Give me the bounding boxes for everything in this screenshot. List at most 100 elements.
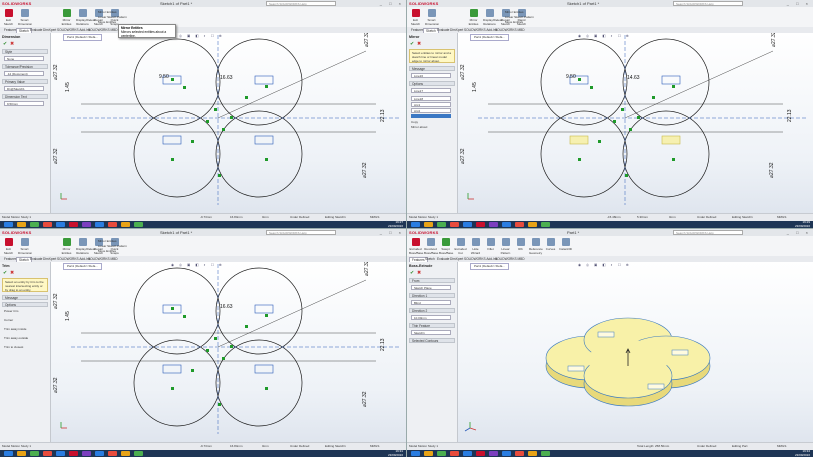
dimension-label-dia-lt[interactable]: ⌀27.32 (53, 64, 59, 80)
ribbon-button[interactable]: Reference Geometry (529, 238, 543, 255)
dimension-label-dia-tl[interactable]: ⌀27.32 (364, 33, 370, 47)
panel-group-header[interactable]: Message (2, 295, 48, 300)
taskbar-clock[interactable]: 19:31 23/09/2016 (388, 449, 403, 457)
taskbar-app-icon[interactable] (95, 222, 104, 227)
dimension-label-dia-tl[interactable]: ⌀27.32 (364, 262, 370, 276)
panel-group-header[interactable]: Primary Value (2, 79, 48, 84)
ribbon-button[interactable]: Extruded Boss/Base (409, 238, 423, 255)
dimension-label-right[interactable]: 22.13 (787, 109, 793, 122)
taskbar-app-icon[interactable] (56, 451, 65, 456)
trim-option[interactable]: Trim to closest (4, 345, 23, 349)
ribbon-button[interactable]: Smart Dimension (425, 9, 439, 26)
taskbar-app-icon[interactable] (43, 222, 52, 227)
relation-marker[interactable] (206, 120, 209, 123)
taskbar-app-icon[interactable] (489, 451, 498, 456)
ribbon-button[interactable]: Display/Delete Relations (76, 238, 95, 255)
trim-option[interactable]: Trim away outside (4, 336, 28, 340)
dimension-label-dia-rb[interactable]: ⌀27.32 (769, 162, 775, 178)
taskbar-app-icon[interactable] (95, 451, 104, 456)
taskbar-app-icon[interactable] (30, 222, 39, 227)
relation-marker[interactable] (171, 158, 174, 161)
dimension-label-left-small[interactable]: 9.50 (566, 74, 576, 80)
relation-marker[interactable] (214, 337, 217, 340)
sketch-circle[interactable] (540, 110, 628, 198)
taskbar-app-icon[interactable] (82, 222, 91, 227)
taskbar-app-icon[interactable] (108, 222, 117, 227)
slot-rectangle[interactable] (162, 364, 182, 374)
slot-rectangle[interactable] (254, 364, 274, 374)
relation-marker[interactable] (206, 349, 209, 352)
taskbar-app-icon[interactable] (121, 222, 130, 227)
panel-field[interactable]: Sketch Plane (411, 285, 451, 290)
help-search-input[interactable]: Search SOLIDWORKS Help (673, 230, 743, 235)
slot-rectangle[interactable] (661, 75, 681, 85)
dimension-label-dia-lt[interactable]: ⌀27.32 (53, 293, 59, 309)
relation-marker[interactable] (222, 357, 225, 360)
panel-group-header[interactable]: Direction 1 (409, 293, 455, 298)
ribbon-button[interactable]: Swept Boss/Base (439, 238, 453, 255)
slot-rectangle[interactable] (661, 135, 681, 145)
ribbon-button[interactable]: Hole Wizard (469, 238, 482, 255)
sketch-circle[interactable] (622, 110, 710, 198)
ok-check-icon[interactable]: ✔ (410, 41, 414, 47)
ribbon-button[interactable]: Linear Pattern (499, 238, 512, 255)
panel-field[interactable]: None (4, 56, 44, 61)
sketch-circle[interactable] (215, 339, 303, 427)
taskbar-app-icon[interactable] (69, 222, 78, 227)
relation-marker[interactable] (183, 315, 186, 318)
relation-marker[interactable] (625, 174, 628, 177)
relation-marker[interactable] (613, 120, 616, 123)
option-checkbox[interactable]: Mirror about: (411, 125, 428, 129)
help-search-input[interactable]: Search SOLIDWORKS Help (266, 1, 336, 6)
ribbon-button[interactable]: Exit Sketch (409, 9, 422, 26)
help-search-input[interactable]: Search SOLIDWORKS Help (673, 1, 743, 6)
sketch-viewport[interactable]: 16.63 1.45 ⌀27.32 ⌀27.32 ⌀27.32 ⌀27.32 22.13 (51, 262, 406, 436)
panel-group-header[interactable]: Selected Contours (409, 338, 455, 343)
taskbar-app-icon[interactable] (437, 222, 446, 227)
panel-group-header[interactable]: Options (2, 302, 48, 307)
relation-marker[interactable] (171, 387, 174, 390)
panel-group-header[interactable]: Dimension Text (2, 94, 48, 99)
dimension-label-dia-lb[interactable]: ⌀27.32 (53, 377, 59, 393)
panel-field[interactable]: Line18 (411, 96, 451, 101)
dimension-label-dia-lb[interactable]: ⌀27.32 (53, 148, 59, 164)
panel-field[interactable]: Blind (411, 300, 451, 305)
dimension-label-dia-rb[interactable]: ⌀27.32 (362, 391, 368, 407)
relation-marker[interactable] (598, 140, 601, 143)
taskbar-app-icon[interactable] (17, 451, 26, 456)
taskbar-app-icon[interactable] (528, 451, 537, 456)
dimension-label-right[interactable]: 22.13 (380, 338, 386, 351)
sketch-circle[interactable] (215, 38, 303, 126)
window-controls[interactable]: _ □ × (380, 230, 404, 235)
option-checkbox[interactable]: Copy (411, 120, 418, 124)
ribbon-button[interactable]: Exit Sketch (2, 238, 15, 255)
taskbar-app-icon[interactable] (450, 222, 459, 227)
sketch-circle[interactable] (133, 267, 221, 355)
trim-option[interactable]: Corner (4, 318, 13, 322)
ribbon-button[interactable]: Instant3D (559, 238, 572, 254)
graphics-area[interactable]: Part1 (Default<<Defa... ◉ ◎ ▣ ◧ ◐ ☐ ⊕ 16.6… (51, 262, 406, 443)
model-tabs[interactable]: Model Motion Study 1 (409, 215, 438, 219)
ribbon-button[interactable]: Smart Dimension (18, 238, 32, 255)
ribbon-list-item[interactable]: Move Entities (505, 20, 534, 25)
ribbon-button[interactable]: Curves (544, 238, 557, 254)
sketch-circle[interactable] (133, 339, 221, 427)
window-controls[interactable]: _ □ × (787, 1, 811, 6)
taskbar-app-icon[interactable] (450, 451, 459, 456)
taskbar-app-icon[interactable] (43, 451, 52, 456)
sketch-circle[interactable] (133, 110, 221, 198)
taskbar-app-icon[interactable] (134, 222, 143, 227)
ribbon-button[interactable]: Rib (514, 238, 527, 254)
sketch-circle[interactable] (540, 38, 628, 126)
taskbar-app-icon[interactable] (4, 451, 13, 456)
panel-group-header[interactable]: Tolerance/Precision (2, 64, 48, 69)
relation-marker[interactable] (637, 116, 640, 119)
dimension-label-top[interactable]: 16.63 (220, 75, 233, 81)
relation-marker[interactable] (578, 158, 581, 161)
dimension-label-dia-tl[interactable]: ⌀27.32 (771, 33, 777, 47)
dimension-label-vert-left[interactable]: 1.45 (65, 82, 71, 92)
panel-field[interactable]: Arc2 (411, 108, 451, 113)
taskbar-app-icon[interactable] (502, 451, 511, 456)
panel-group-header[interactable]: Style (2, 49, 48, 54)
window-controls[interactable]: _ □ × (380, 1, 404, 6)
